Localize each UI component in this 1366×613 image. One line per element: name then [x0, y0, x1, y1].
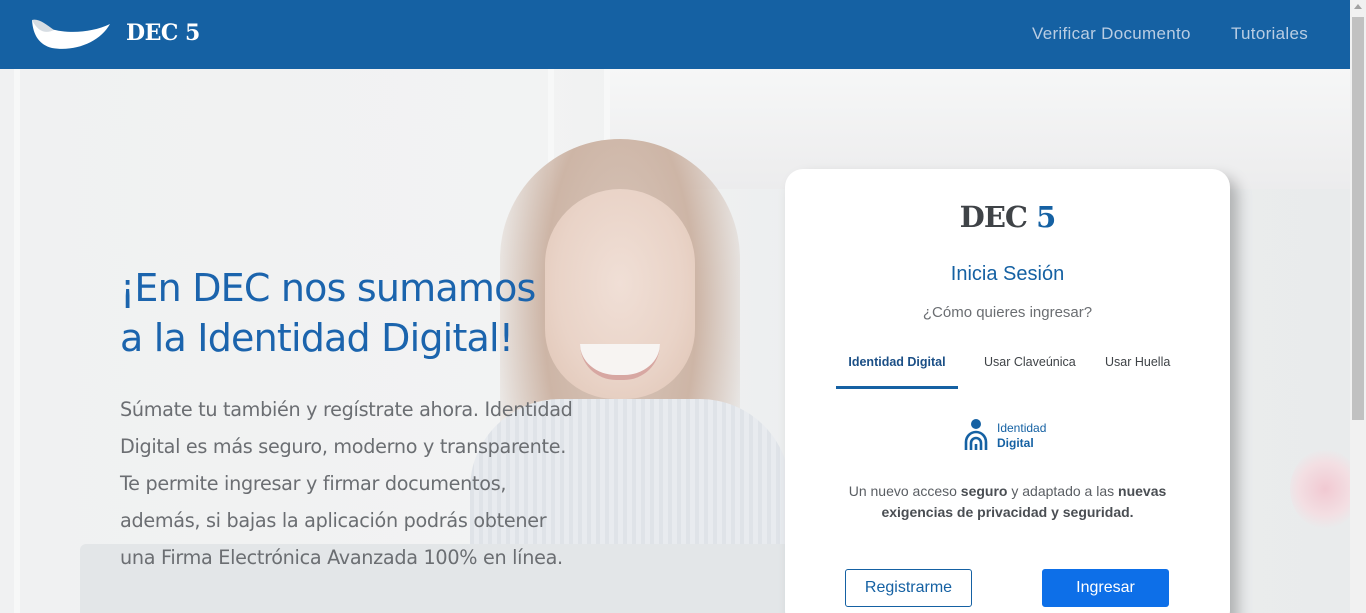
hero-headline-line: a la Identidad Digital! — [120, 316, 514, 360]
dec-logo-icon[interactable] — [30, 14, 112, 54]
hero-photo-flowers — [1290, 449, 1350, 529]
brand-dec: DEC — [959, 200, 1028, 234]
top-navbar: DEC 5 Verificar Documento Tutoriales — [0, 0, 1350, 69]
brand-five: 5 — [1036, 200, 1056, 234]
login-method-tabs: Identidad Digital Usar Claveúnica Usar H… — [785, 355, 1230, 389]
hero-description-line: además, si bajas la aplicación podrás ob… — [120, 509, 547, 532]
login-button[interactable]: Ingresar — [1042, 569, 1169, 607]
identidad-digital-icon — [964, 419, 988, 450]
login-description: Un nuevo acceso seguro y adaptado a las … — [825, 481, 1190, 523]
hero-description-line: una Firma Electrónica Avanzada 100% en l… — [120, 546, 563, 569]
brand-name[interactable]: DEC 5 — [126, 20, 200, 46]
scrollbar-thumb[interactable] — [1352, 17, 1364, 420]
hero-description-line: Digital es más seguro, moderno y transpa… — [120, 435, 567, 458]
desc-text: Un nuevo acceso — [848, 483, 961, 499]
desc-bold: seguro — [960, 483, 1008, 499]
desc-text: y adaptado a las — [1007, 483, 1119, 499]
page-scrollbar[interactable] — [1350, 0, 1366, 613]
tab-identidad-digital[interactable]: Identidad Digital — [836, 355, 958, 389]
tab-claveunica[interactable]: Usar Claveúnica — [984, 355, 1076, 389]
register-button[interactable]: Registrarme — [845, 569, 972, 607]
scroll-up-icon[interactable] — [1354, 4, 1362, 9]
login-title: Inicia Sesión — [950, 263, 1065, 285]
background-wall — [14, 69, 20, 613]
identidad-digital-label-line: Digital — [997, 436, 1034, 450]
hero-description-line: Te permite ingresar y firmar documentos, — [120, 472, 507, 495]
hero-headline: ¡En DEC nos sumamos a la Identidad Digit… — [120, 263, 536, 363]
hero-description: Súmate tu también y regístrate ahora. Id… — [120, 391, 580, 576]
nav-verify-document[interactable]: Verificar Documento — [1032, 24, 1191, 44]
tab-huella[interactable]: Usar Huella — [1105, 355, 1170, 389]
identidad-digital-label-line: Identidad — [997, 421, 1047, 435]
login-card-brand: DEC 5 — [785, 200, 1230, 234]
identidad-digital-logo: Identidad Digital — [963, 418, 1063, 452]
identidad-digital-label: Identidad Digital — [997, 421, 1046, 451]
nav-tutorials[interactable]: Tutoriales — [1231, 24, 1308, 44]
login-question: ¿Cómo quieres ingresar? — [922, 304, 1093, 321]
hero-description-line: Súmate tu también y regístrate ahora. Id… — [120, 398, 573, 421]
login-card: DEC 5 Inicia Sesión ¿Cómo quieres ingres… — [785, 169, 1230, 613]
hero-headline-line: ¡En DEC nos sumamos — [120, 266, 536, 310]
